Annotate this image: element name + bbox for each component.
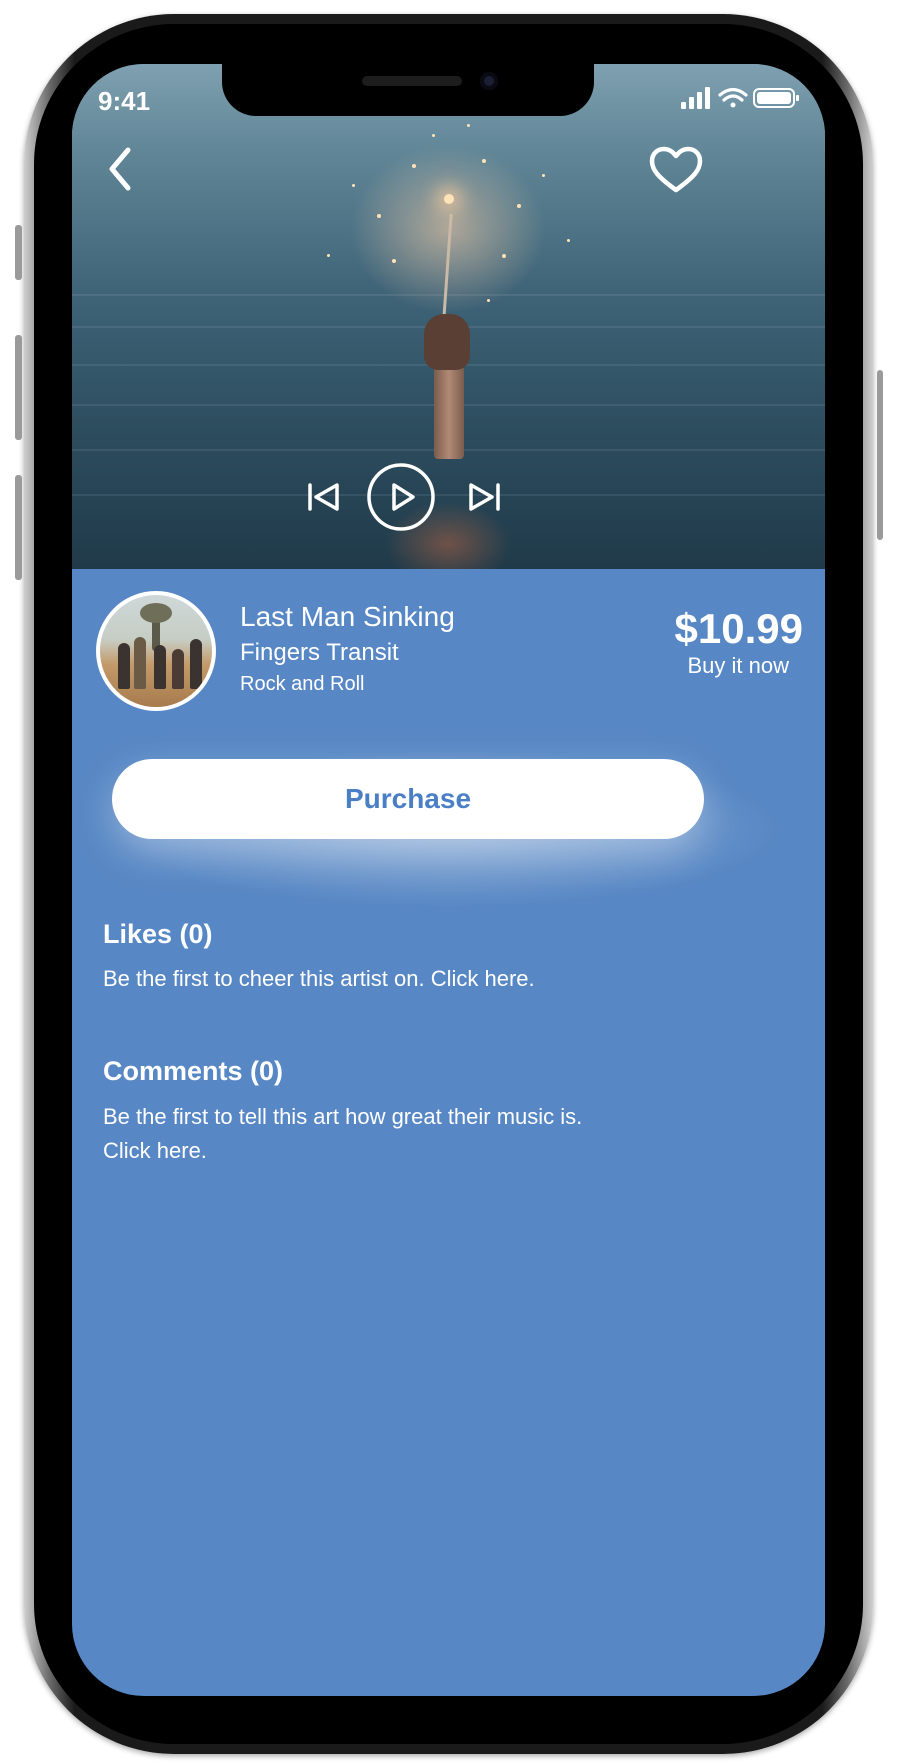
likes-cta[interactable]: Be the first to cheer this artist on. Cl…: [103, 962, 703, 996]
battery-icon: [753, 88, 799, 108]
chevron-left-icon: [109, 147, 131, 191]
play-button[interactable]: [366, 462, 436, 532]
player-controls: [72, 462, 825, 532]
signal-icon: [681, 87, 710, 109]
sparkler-stick: [442, 214, 453, 319]
wifi-icon: [718, 87, 748, 108]
play-icon: [367, 463, 435, 531]
next-track-button[interactable]: [466, 480, 502, 514]
artist-avatar[interactable]: [96, 591, 216, 711]
skip-previous-icon: [308, 483, 339, 511]
comments-cta[interactable]: Be the first to tell this art how great …: [103, 1100, 703, 1168]
comments-heading: Comments (0): [103, 1056, 284, 1086]
back-button[interactable]: [100, 144, 144, 194]
skip-next-icon: [469, 483, 500, 511]
comments-cta-line2: Click here.: [103, 1138, 207, 1163]
artist-name[interactable]: Fingers Transit: [240, 639, 399, 667]
raised-fist: [424, 314, 470, 370]
volume-down-button: [15, 475, 22, 580]
notch: [222, 64, 594, 116]
favorite-button[interactable]: [648, 146, 704, 196]
comments-cta-line1: Be the first to tell this art how great …: [103, 1104, 583, 1129]
front-camera: [480, 72, 498, 90]
volume-up-button: [15, 335, 22, 440]
likes-heading: Likes (0): [103, 919, 213, 949]
status-icons: [681, 86, 801, 110]
app-screen: 9:41 Last Man Sinking Fingers Transit Ro…: [72, 64, 825, 1696]
purchase-button[interactable]: Purchase: [112, 759, 704, 839]
silent-switch: [15, 225, 22, 280]
price-label: $10.99: [674, 605, 803, 652]
track-title: Last Man Sinking: [240, 601, 455, 632]
buy-now-label: Buy it now: [687, 653, 790, 678]
genre-label: Rock and Roll: [240, 673, 365, 695]
status-time: 9:41: [98, 86, 151, 116]
heart-outline-icon: [649, 146, 703, 193]
previous-track-button[interactable]: [306, 480, 342, 514]
tree-canopy: [140, 603, 172, 623]
speaker-grille: [362, 76, 462, 86]
power-button: [877, 370, 883, 540]
